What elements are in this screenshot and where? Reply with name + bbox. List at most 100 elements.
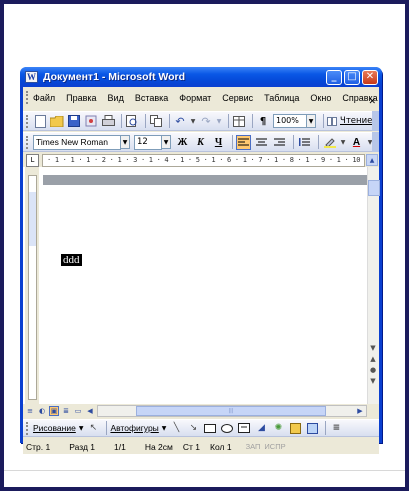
read-mode-button[interactable]: Чтение xyxy=(340,116,372,126)
menu-bar: Файл Правка Вид Вставка Формат Сервис Та… xyxy=(23,87,379,108)
window-title: Документ1 - Microsoft Word xyxy=(43,71,186,83)
normal-view-icon[interactable]: ≡ xyxy=(25,406,35,416)
highlight-icon[interactable] xyxy=(322,135,337,150)
textbox-icon[interactable] xyxy=(237,421,251,435)
grip-icon[interactable] xyxy=(26,114,29,128)
table-icon[interactable] xyxy=(232,114,246,128)
menu-insert[interactable]: Вставка xyxy=(135,93,168,103)
toolbar-separator xyxy=(318,135,319,149)
autoshapes-dropdown-icon[interactable]: ▼ xyxy=(162,425,167,432)
title-bar[interactable]: W Документ1 - Microsoft Word _ □ ✕ xyxy=(20,67,382,87)
bold-button[interactable]: Ж xyxy=(175,135,190,150)
page-top-margin xyxy=(43,175,367,185)
toolbar-overflow-icon[interactable] xyxy=(372,111,379,131)
vertical-ruler[interactable] xyxy=(25,167,39,404)
minimize-button[interactable]: _ xyxy=(326,69,342,85)
font-name-select[interactable]: Times New Roman xyxy=(33,134,121,150)
print-layout-icon[interactable]: ▣ xyxy=(49,405,59,416)
menu-table[interactable]: Таблица xyxy=(264,93,299,103)
read-mode-icon[interactable] xyxy=(327,114,337,128)
web-view-icon[interactable]: ◐ xyxy=(37,406,47,416)
menu-view[interactable]: Вид xyxy=(108,93,124,103)
print-icon[interactable] xyxy=(101,114,115,128)
grip-icon[interactable] xyxy=(26,421,29,435)
word-app-icon: W xyxy=(25,71,38,83)
browse-object-icon[interactable]: ● xyxy=(368,365,378,376)
select-objects-icon[interactable]: ↖ xyxy=(86,421,100,435)
align-center-icon[interactable] xyxy=(254,135,269,150)
draw-menu-button[interactable]: Рисование xyxy=(33,423,76,433)
document-close-icon[interactable]: ✕ xyxy=(368,97,376,107)
align-right-icon[interactable] xyxy=(272,135,287,150)
maximize-button[interactable]: □ xyxy=(344,69,360,85)
next-page-icon[interactable]: ▼ xyxy=(368,376,378,387)
underline-button[interactable]: Ч xyxy=(211,135,226,150)
menu-file[interactable]: Файл xyxy=(33,93,55,103)
vertical-ruler-margin xyxy=(29,192,36,246)
paragraph-marks-icon[interactable]: ¶ xyxy=(256,114,270,128)
oval-icon[interactable] xyxy=(220,421,234,435)
document-page[interactable]: ddd xyxy=(43,185,367,404)
wordart-icon[interactable]: ◢ xyxy=(254,421,268,435)
selected-text[interactable]: ddd xyxy=(61,254,82,266)
tab-selector-icon[interactable]: L xyxy=(26,153,39,167)
horizontal-scrollbar[interactable]: ||| xyxy=(97,404,367,417)
undo-icon[interactable]: ↶ xyxy=(173,114,187,128)
status-record-macro[interactable]: ЗАП xyxy=(246,442,261,451)
draw-dropdown-icon[interactable]: ▼ xyxy=(79,425,84,432)
copy-icon[interactable] xyxy=(149,114,163,128)
scroll-down-icon[interactable]: ▼ xyxy=(368,343,378,354)
italic-button[interactable]: К xyxy=(193,135,208,150)
line-style-icon[interactable]: ≡ xyxy=(329,421,343,435)
close-button[interactable]: ✕ xyxy=(362,69,378,85)
font-dropdown-icon[interactable]: ▼ xyxy=(121,135,130,149)
redo-icon[interactable]: ↷ xyxy=(199,114,213,128)
diagram-icon[interactable]: ✺ xyxy=(271,421,285,435)
menu-edit[interactable]: Правка xyxy=(66,93,96,103)
font-size-dropdown-icon[interactable]: ▼ xyxy=(162,135,171,149)
scroll-right-icon[interactable]: ▶ xyxy=(355,406,365,416)
undo-dropdown-icon[interactable]: ▼ xyxy=(190,114,196,128)
status-section: Разд 1 xyxy=(69,441,95,452)
scroll-left-icon[interactable]: ◀ xyxy=(85,406,95,416)
horizontal-scroll-thumb[interactable]: ||| xyxy=(136,405,326,416)
horizontal-scroll-row: ≡ ◐ ▣ ≣ ▭ ◀ ||| ▶ xyxy=(23,404,379,417)
redo-dropdown-icon[interactable]: ▼ xyxy=(216,114,222,128)
arrow-icon[interactable]: ↘ xyxy=(186,421,200,435)
font-size-select[interactable]: 12 xyxy=(134,134,162,150)
font-color-icon[interactable]: A xyxy=(349,135,364,150)
toolbar-separator xyxy=(232,135,233,149)
toolbar-separator xyxy=(169,114,170,128)
save-icon[interactable] xyxy=(67,114,81,128)
new-document-icon[interactable] xyxy=(33,114,47,128)
autoshapes-menu-button[interactable]: Автофигуры xyxy=(110,423,158,433)
previous-page-icon[interactable]: ▲ xyxy=(368,354,378,365)
menu-tools[interactable]: Сервис xyxy=(222,93,253,103)
open-folder-icon[interactable] xyxy=(50,114,64,128)
align-left-icon[interactable] xyxy=(236,134,251,150)
print-preview-icon[interactable] xyxy=(125,114,139,128)
picture-icon[interactable] xyxy=(305,421,319,435)
zoom-select[interactable]: 100% xyxy=(273,114,307,128)
permission-icon[interactable] xyxy=(84,114,98,128)
outline-view-icon[interactable]: ≣ xyxy=(61,406,71,416)
highlight-dropdown-icon[interactable]: ▼ xyxy=(340,135,346,149)
grip-icon[interactable] xyxy=(26,135,29,149)
clipart-icon[interactable] xyxy=(288,421,302,435)
menu-format[interactable]: Формат xyxy=(179,93,211,103)
grip-icon[interactable] xyxy=(26,91,29,104)
numbering-icon[interactable] xyxy=(297,135,312,150)
menu-window[interactable]: Окно xyxy=(310,93,331,103)
horizontal-ruler[interactable]: · 1 · 1 · 1 · 2 · 1 · 3 · 1 · 4 · 1 · 5 … xyxy=(42,153,365,167)
status-track-changes[interactable]: ИСПР xyxy=(264,442,285,451)
document-area: ddd ▼ ▲ ● ▼ xyxy=(23,167,380,404)
reading-view-icon[interactable]: ▭ xyxy=(73,406,83,416)
status-bar: Стр. 1 Разд 1 1/1 На 2см Ст 1 Кол 1 ЗАП … xyxy=(23,439,379,454)
scroll-up-icon[interactable]: ▲ xyxy=(366,154,378,166)
vertical-scrollbar[interactable]: ▼ ▲ ● ▼ xyxy=(367,167,380,404)
rectangle-icon[interactable] xyxy=(203,421,217,435)
toolbar-overflow-icon[interactable] xyxy=(372,132,379,152)
vertical-scroll-thumb[interactable] xyxy=(368,180,380,196)
zoom-dropdown-icon[interactable]: ▼ xyxy=(307,114,316,128)
line-icon[interactable]: ╲ xyxy=(169,421,183,435)
